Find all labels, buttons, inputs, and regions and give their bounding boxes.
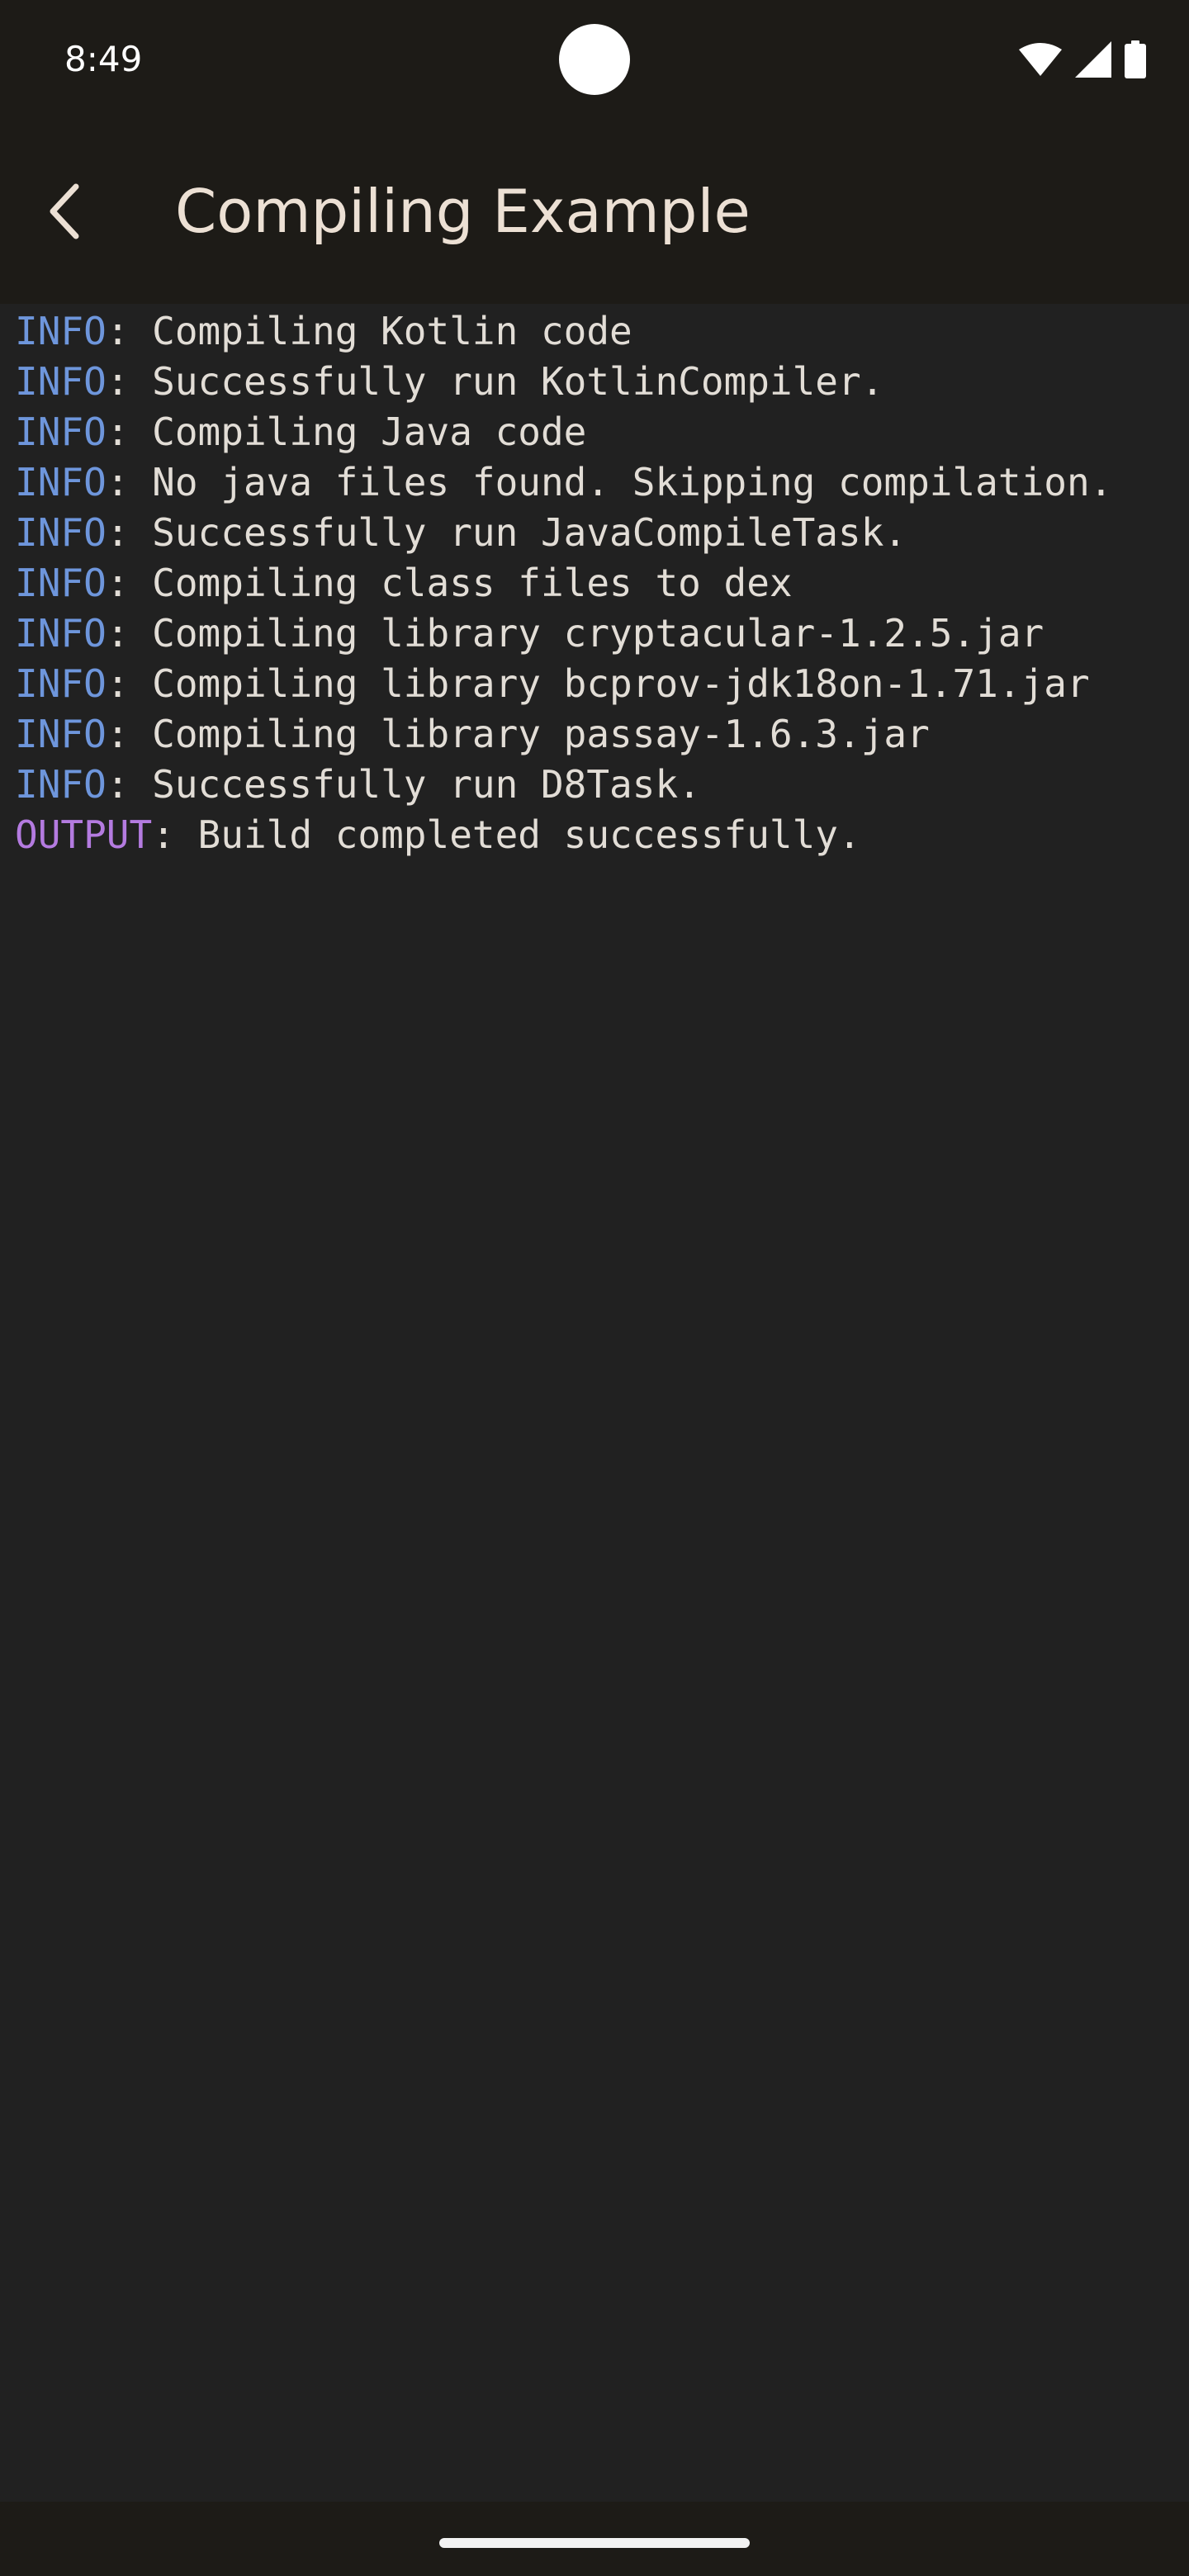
build-log-output[interactable]: INFO: Compiling Kotlin code INFO: Succes…: [0, 304, 1189, 2502]
log-message: : Compiling Java code: [106, 410, 587, 454]
log-level: INFO: [15, 460, 107, 504]
log-line: INFO: Compiling library cryptacular-1.2.…: [15, 608, 1044, 659]
log-level: INFO: [15, 661, 107, 706]
log-level: INFO: [15, 510, 107, 555]
wifi-icon: [1019, 43, 1062, 76]
log-message: : Compiling library bcprov-jdk18on-1.71.…: [106, 661, 1090, 706]
log-line: INFO: No java files found. Skipping comp…: [15, 457, 1112, 508]
cellular-signal-icon: [1075, 41, 1111, 78]
log-level: INFO: [15, 762, 107, 807]
log-message: : Build completed successfully.: [152, 812, 861, 857]
app-bar: Compiling Example: [0, 121, 1189, 304]
arrow-back-icon: [45, 182, 84, 244]
log-line: INFO: Compiling class files to dex: [15, 558, 793, 608]
log-line: INFO: Successfully run JavaCompileTask.: [15, 508, 907, 558]
status-icons: [1019, 36, 1146, 83]
log-level: INFO: [15, 359, 107, 404]
log-message: : Compiling Kotlin code: [106, 309, 632, 353]
log-level: INFO: [15, 561, 107, 605]
home-indicator[interactable]: [439, 2538, 750, 2548]
status-time: 8:49: [64, 39, 143, 79]
log-message: : Successfully run JavaCompileTask.: [106, 510, 907, 555]
log-line: INFO: Successfully run KotlinCompiler.: [15, 357, 883, 407]
log-message: : Compiling library passay-1.6.3.jar: [106, 712, 930, 756]
log-line: INFO: Compiling library passay-1.6.3.jar: [15, 709, 930, 760]
log-message: : No java files found. Skipping compilat…: [106, 460, 1113, 504]
log-level: INFO: [15, 410, 107, 454]
log-line: INFO: Compiling Kotlin code: [15, 306, 632, 357]
log-line: INFO: Compiling library bcprov-jdk18on-1…: [15, 659, 1090, 709]
log-level: INFO: [15, 309, 107, 353]
log-line: INFO: Compiling Java code: [15, 407, 586, 457]
log-line: INFO: Successfully run D8Task.: [15, 760, 701, 810]
log-level: OUTPUT: [15, 812, 153, 857]
log-message: : Compiling library cryptacular-1.2.5.ja…: [106, 611, 1045, 656]
back-button[interactable]: [30, 178, 99, 248]
status-bar: 8:49: [0, 0, 1189, 121]
log-message: : Successfully run KotlinCompiler.: [106, 359, 884, 404]
battery-icon: [1125, 40, 1146, 78]
log-level: INFO: [15, 712, 107, 756]
log-level: INFO: [15, 611, 107, 656]
page-title: Compiling Example: [175, 177, 751, 246]
log-message: : Successfully run D8Task.: [106, 762, 701, 807]
log-message: : Compiling class files to dex: [106, 561, 793, 605]
camera-cutout: [559, 24, 630, 95]
log-line: OUTPUT: Build completed successfully.: [15, 810, 861, 860]
navigation-bar: [0, 2502, 1189, 2576]
